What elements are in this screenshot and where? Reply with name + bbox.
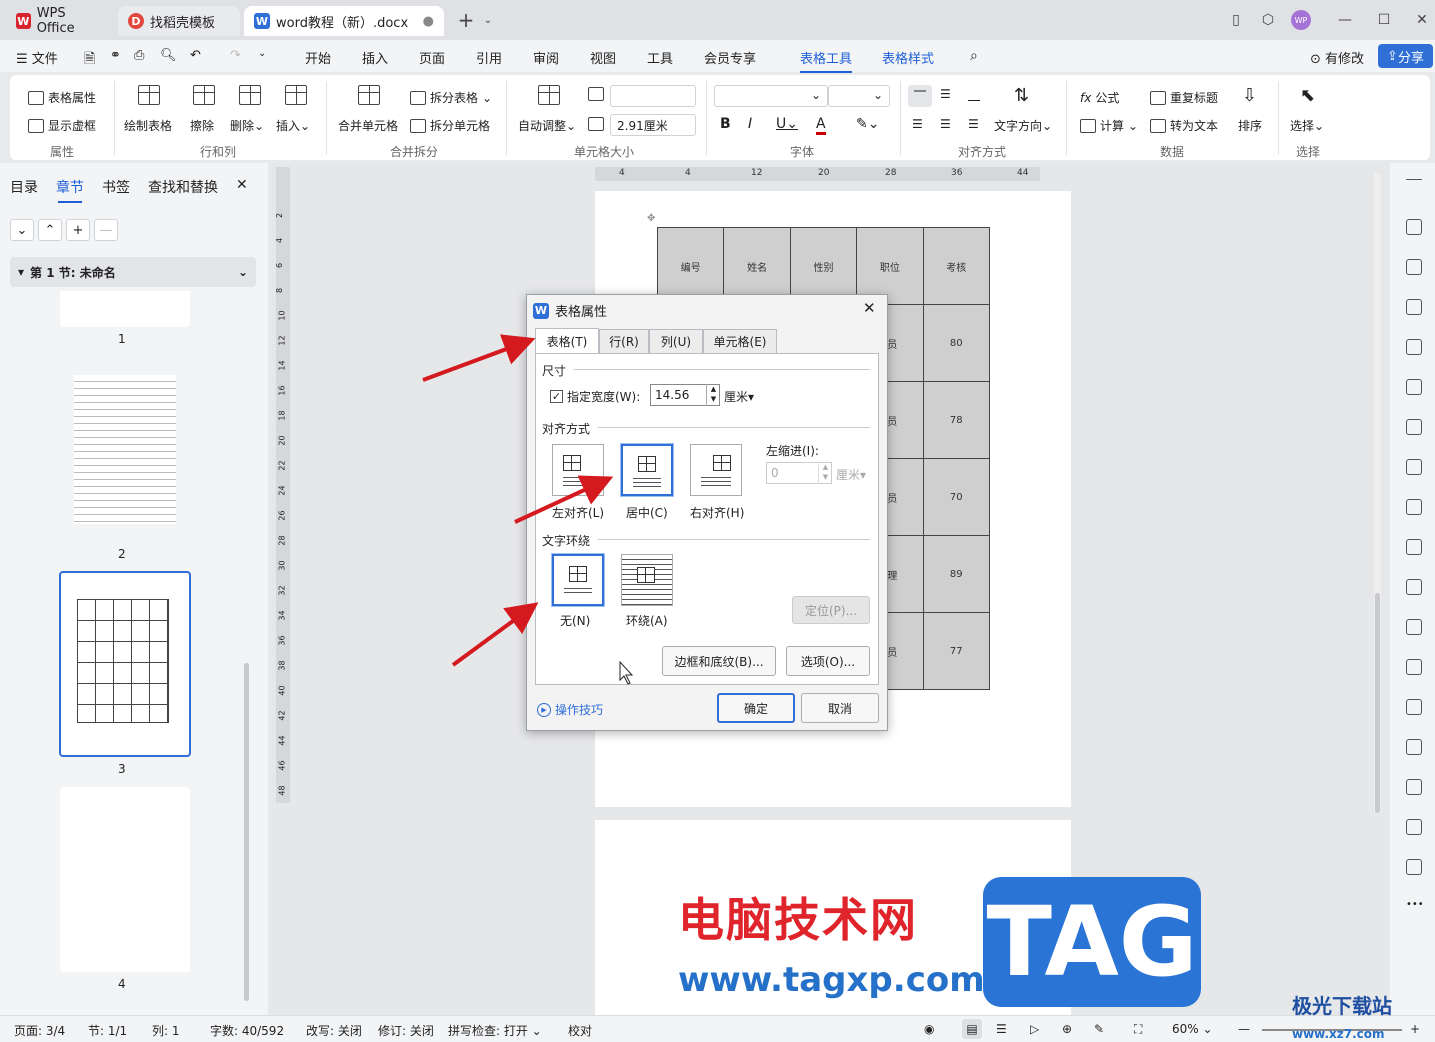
web-view-icon[interactable]: ⊕ <box>1062 1022 1072 1036</box>
lock-icon[interactable] <box>1406 499 1422 515</box>
pen-edit-icon[interactable] <box>1406 219 1422 235</box>
zoom-out-icon[interactable]: — <box>1238 1022 1250 1036</box>
cursor-icon[interactable] <box>1406 259 1422 275</box>
doc-check-icon[interactable] <box>1406 819 1422 835</box>
pen-icon[interactable]: ✎ <box>1094 1022 1104 1036</box>
arrow-1 <box>422 334 536 382</box>
arrow-3 <box>451 602 539 667</box>
status-bar: 页面: 3/4 节: 1/1 列: 1 字数: 40/592 改写: 关闭 修订… <box>0 1015 1435 1042</box>
convert-icon[interactable] <box>1406 659 1422 675</box>
fit-page-icon[interactable]: ⛶ <box>1134 1022 1142 1037</box>
close-box-icon[interactable] <box>1406 779 1422 795</box>
right-toolbar: ••• <box>1390 163 1435 1015</box>
status-word-count[interactable]: 字数: 40/592 <box>210 1022 284 1039</box>
play-icon[interactable]: ▷ <box>1030 1022 1039 1036</box>
watermark-text: 电脑技术网 <box>678 893 918 947</box>
status-revision[interactable]: 修订: 关闭 <box>378 1022 434 1039</box>
status-overwrite[interactable]: 改写: 关闭 <box>306 1022 362 1039</box>
status-section[interactable]: 节: 1/1 <box>88 1022 127 1039</box>
mouse-cursor-icon <box>619 660 634 685</box>
magic-icon[interactable] <box>1406 379 1422 395</box>
omega-icon[interactable] <box>1406 619 1422 635</box>
list-icon[interactable] <box>1406 579 1422 595</box>
status-page[interactable]: 页面: 3/4 <box>14 1022 65 1039</box>
outline-view-icon[interactable]: ☰ <box>996 1022 1007 1036</box>
page-view-icon[interactable]: ▤ <box>962 1019 982 1039</box>
eye-icon[interactable]: ◉ <box>924 1022 934 1036</box>
book-icon[interactable] <box>1406 419 1422 435</box>
shape-icon[interactable] <box>1406 339 1422 355</box>
zoom-in-icon[interactable]: + <box>1410 1022 1420 1036</box>
history-icon[interactable] <box>1406 699 1422 715</box>
folder-icon[interactable] <box>1406 739 1422 755</box>
collapse-icon[interactable] <box>1406 179 1422 180</box>
sliders-icon[interactable] <box>1406 299 1422 315</box>
watermark-url: www.tagxp.com <box>678 960 985 1000</box>
status-proofread[interactable]: 校对 <box>568 1022 592 1039</box>
code-icon[interactable] <box>1406 539 1422 555</box>
watermark-tag-logo: TAG <box>983 877 1201 1007</box>
zoom-select[interactable]: 60% ⌄ <box>1172 1022 1213 1036</box>
doc-info-icon[interactable] <box>1406 859 1422 875</box>
more-icon[interactable]: ••• <box>1406 899 1424 915</box>
watermark-site-logo: 极光下载站 www.xz7.com <box>1292 994 1392 1041</box>
status-column[interactable]: 列: 1 <box>152 1022 180 1039</box>
arrow-2 <box>514 475 614 524</box>
status-spellcheck[interactable]: 拼写检查: 打开 ⌄ <box>448 1022 542 1039</box>
help-icon[interactable] <box>1406 459 1422 475</box>
